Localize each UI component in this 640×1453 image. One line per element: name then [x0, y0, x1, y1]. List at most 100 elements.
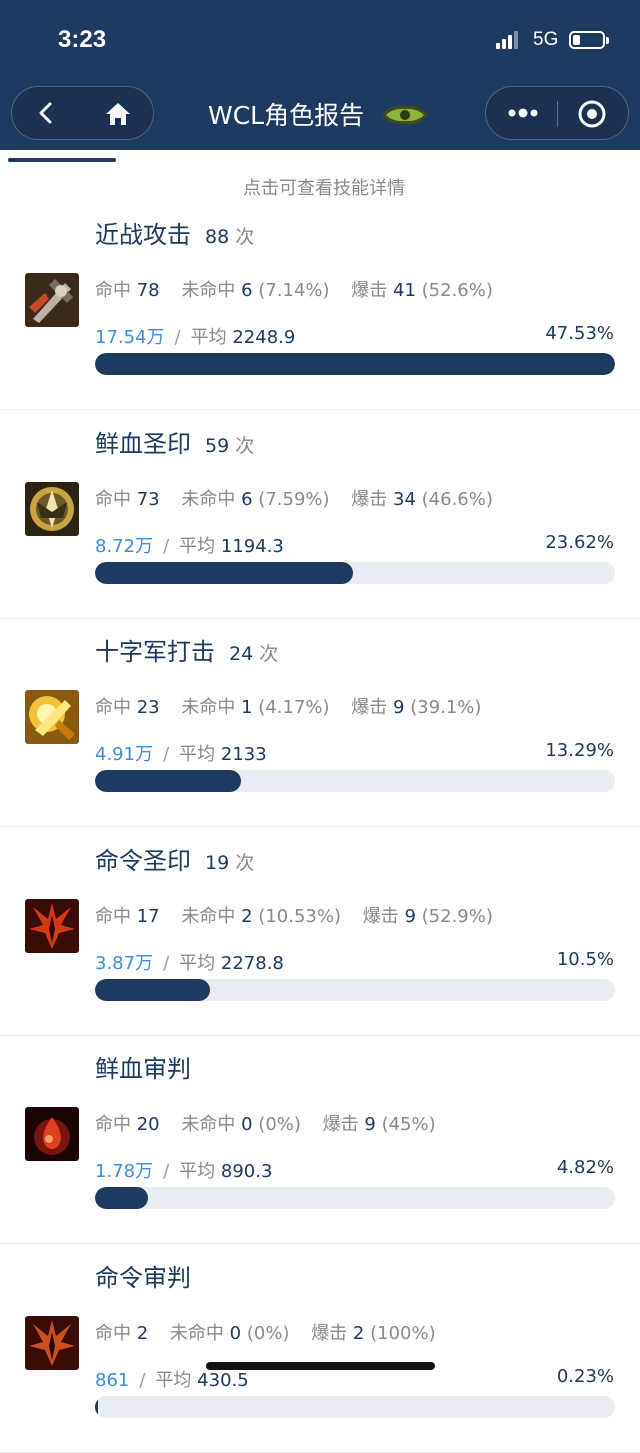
skill-row[interactable]: 命令圣印 19 次 命中 17 未命中 2 (10.53%) 爆击 9 (52.9%…	[0, 828, 640, 1036]
skill-name-line: 十字军打击 24 次	[95, 632, 278, 667]
skill-name: 鲜血审判	[95, 1055, 191, 1083]
avg-label: 平均	[179, 1161, 216, 1182]
skill-stats: 命中 17 未命中 2 (10.53%) 爆击 9 (52.9%)	[95, 902, 493, 928]
damage-bar-fill	[95, 561, 354, 584]
hit-value: 20	[136, 1114, 160, 1135]
miss-label: 未命中	[181, 280, 236, 301]
more-icon[interactable]	[506, 102, 540, 124]
damage-total: 8.72万	[95, 535, 154, 557]
skill-name-line: 鲜血圣印 59 次	[95, 424, 254, 459]
skill-name: 命令圣印	[95, 846, 191, 875]
damage-bar	[95, 353, 615, 375]
crit-label: 爆击	[351, 488, 388, 510]
status-time: 3:23	[58, 26, 107, 53]
damage-bar-fill	[95, 1395, 98, 1418]
damage-line: 1.78万 / 平均 890.3	[95, 1157, 272, 1183]
hint-text: 点击可查看技能详情	[243, 178, 405, 199]
miss-label: 未命中	[169, 1322, 224, 1344]
network-type: 5G	[533, 29, 559, 50]
crit-label: 爆击	[311, 1322, 348, 1344]
skill-name: 鲜血圣印	[95, 429, 191, 458]
hit-value: 2	[136, 1322, 149, 1344]
avg-label: 平均	[155, 1369, 192, 1391]
miss-percent: (7.59%)	[258, 488, 330, 510]
crit-percent: (39.1%)	[410, 697, 482, 718]
miss-value: 6	[241, 488, 253, 510]
damage-bar	[95, 561, 615, 584]
skill-row[interactable]: 近战攻击 88 次 命中 78 未命中 6 (7.14%) 爆击 41 (52.6%…	[0, 202, 640, 410]
skill-stats: 命中 23 未命中 1 (4.17%) 爆击 9 (39.1%)	[95, 693, 481, 719]
miss-value: 0	[229, 1322, 242, 1344]
crit-value: 9	[364, 1114, 376, 1135]
crit-label: 爆击	[322, 1114, 359, 1135]
signal-icon	[496, 31, 522, 49]
damage-total: 861	[95, 1369, 130, 1391]
crit-percent: (45%)	[381, 1114, 436, 1135]
damage-percent: 10.5%	[556, 948, 614, 970]
crit-value: 9	[393, 697, 405, 718]
nav-right-capsule	[485, 86, 629, 140]
hit-label: 命中	[95, 1114, 131, 1135]
judgement-of-command-icon	[25, 1315, 79, 1370]
skill-row[interactable]: 命令审判 命中 2 未命中 0 (0%) 爆击 2 (100%) 861/平均 …	[0, 1245, 640, 1453]
skill-name: 命令审判	[95, 1263, 191, 1292]
hit-value: 17	[136, 905, 160, 927]
miss-value: 1	[241, 697, 253, 718]
damage-total: 17.54万	[95, 327, 165, 348]
miss-value: 0	[241, 1114, 253, 1135]
skill-count: 59 次	[205, 434, 255, 457]
app-header: 3:23 5G WCL角色报告	[0, 0, 640, 150]
miss-label: 未命中	[181, 905, 236, 927]
damage-bar	[95, 978, 615, 1001]
skill-row[interactable]: 鲜血审判 命中 20 未命中 0 (0%) 爆击 9 (45%) 1.78万 / 平…	[0, 1036, 640, 1244]
miss-percent: (0%)	[258, 1114, 301, 1135]
hit-value: 23	[136, 697, 160, 718]
slash: /	[174, 327, 181, 348]
skill-name-line: 命令审判	[95, 1258, 191, 1293]
crit-label: 爆击	[351, 280, 388, 301]
avg-value: 430.5	[197, 1369, 249, 1391]
slash: /	[163, 744, 170, 765]
capsule-divider	[557, 101, 558, 127]
crit-percent: (52.9%)	[421, 905, 493, 927]
avg-label: 平均	[179, 535, 216, 557]
hit-value: 78	[136, 280, 160, 301]
hit-label: 命中	[95, 280, 131, 301]
skill-row[interactable]: 鲜血圣印 59 次 命中 73 未命中 6 (7.59%) 爆击 34 (46.6%…	[0, 411, 640, 619]
crit-percent: (52.6%)	[421, 280, 493, 301]
battery-icon	[569, 31, 609, 49]
damage-bar	[95, 1395, 615, 1418]
close-miniprogram-icon[interactable]	[577, 99, 607, 129]
crit-label: 爆击	[351, 697, 388, 718]
damage-bar-fill	[95, 1187, 148, 1209]
damage-line: 3.87万 / 平均 2278.8	[95, 949, 284, 975]
damage-line: 4.91万 / 平均 2133	[95, 740, 267, 766]
avg-value: 2248.9	[232, 327, 296, 348]
damage-percent: 0.23%	[556, 1365, 614, 1387]
skill-row[interactable]: 十字军打击 24 次 命中 23 未命中 1 (4.17%) 爆击 9 (39.1%…	[0, 619, 640, 827]
damage-bar-fill	[95, 978, 210, 1001]
miss-percent: (0%)	[246, 1322, 290, 1344]
skill-name: 近战攻击	[95, 221, 191, 249]
nav-left-capsule	[11, 86, 154, 140]
crit-percent: (100%)	[370, 1322, 436, 1344]
miss-label: 未命中	[181, 697, 236, 718]
crusader-strike-icon	[25, 690, 79, 744]
skill-count: 24 次	[229, 643, 279, 665]
damage-bar-fill	[95, 770, 241, 792]
crit-value: 34	[393, 488, 416, 510]
miss-label: 未命中	[181, 1114, 236, 1135]
hit-label: 命中	[95, 1322, 131, 1344]
damage-line: 17.54万 / 平均 2248.9	[95, 323, 295, 349]
avg-value: 2278.8	[220, 952, 284, 974]
damage-total: 3.87万	[95, 952, 154, 974]
damage-percent: 23.62%	[545, 531, 614, 553]
home-icon[interactable]	[104, 101, 132, 127]
damage-percent: 4.82%	[556, 1157, 614, 1178]
damage-percent: 47.53%	[545, 323, 614, 344]
miss-label: 未命中	[181, 488, 236, 510]
back-icon[interactable]	[34, 101, 58, 125]
row-divider	[0, 1451, 640, 1453]
avg-label: 平均	[190, 327, 227, 348]
damage-bar	[95, 770, 615, 792]
